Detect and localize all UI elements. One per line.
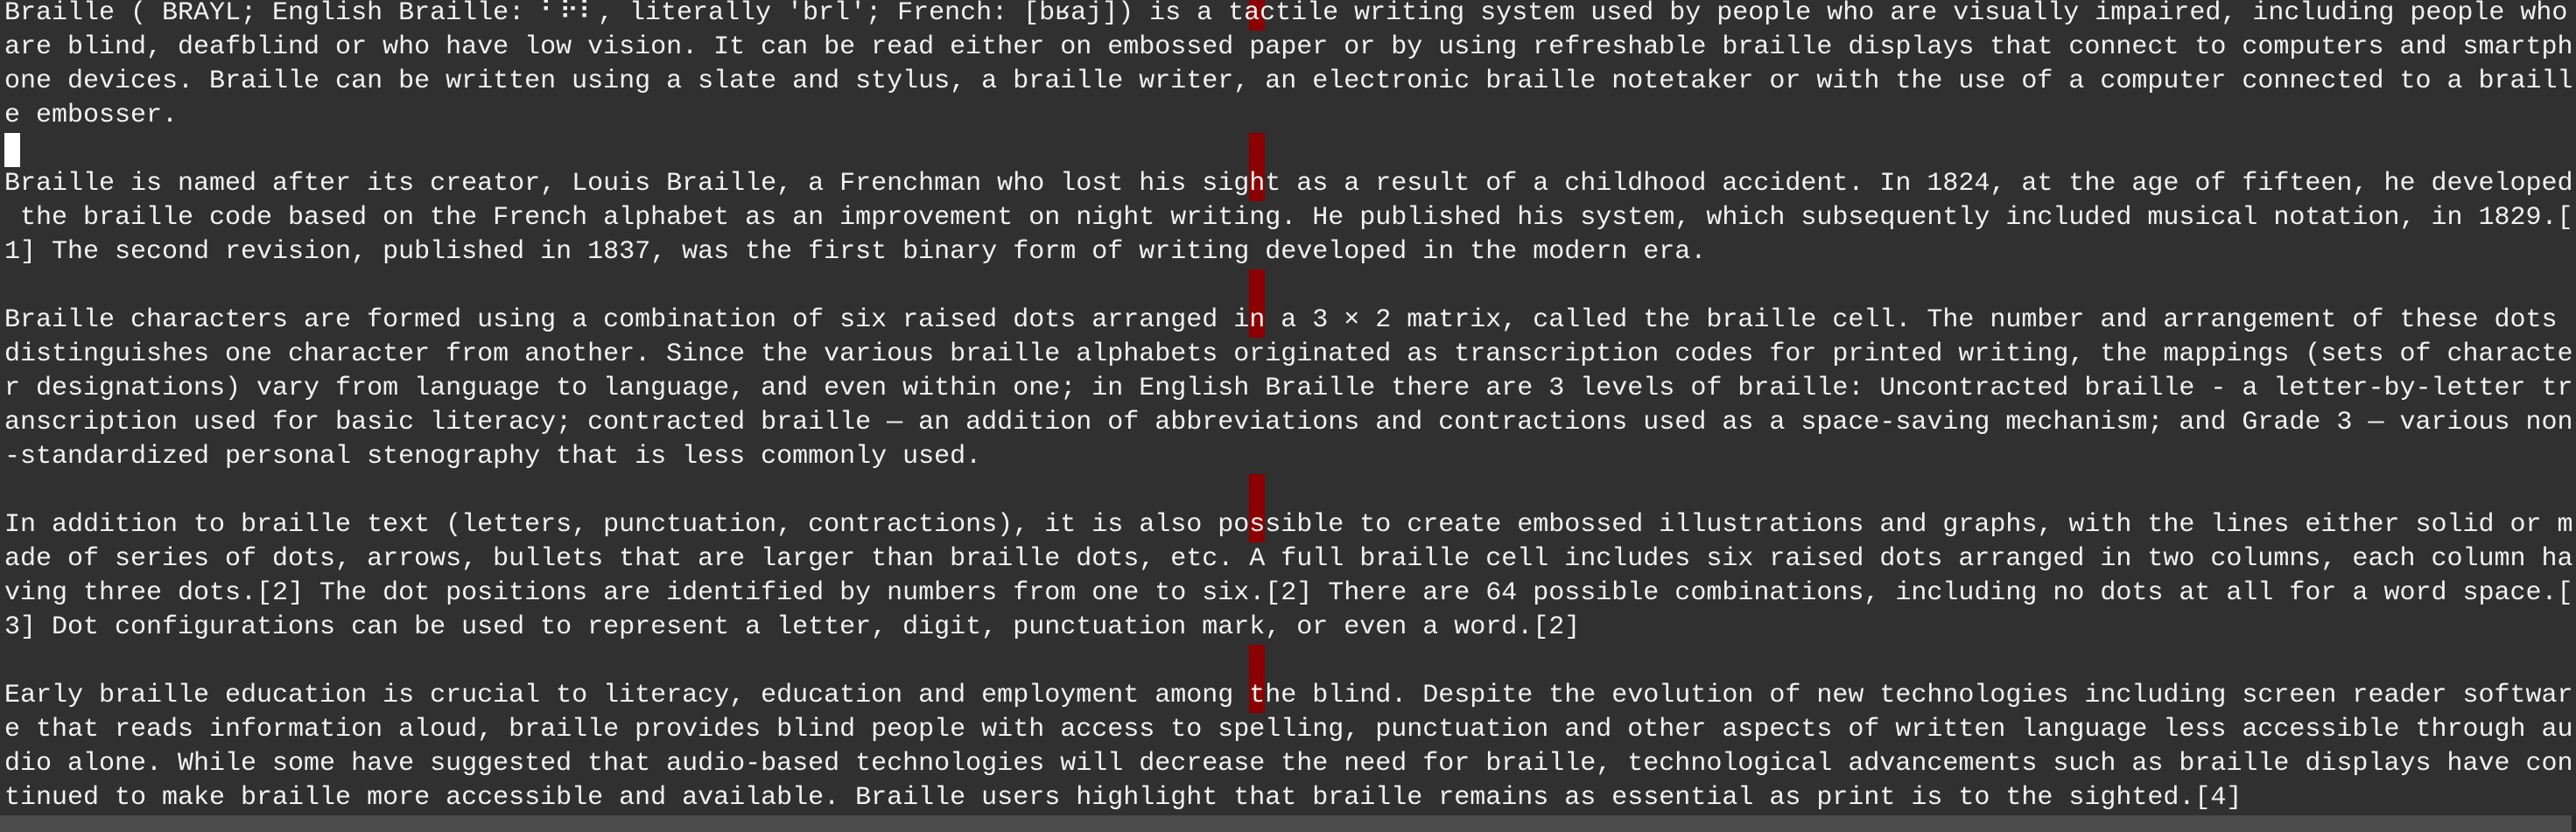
text-line[interactable]: are blind, deafblind or who have low vis… [4, 31, 2572, 65]
text-line[interactable]: 1] The second revision, published in 183… [4, 235, 1706, 269]
text-cursor [4, 133, 20, 167]
text-editor[interactable]: Braille ( BRAYL; English Braille: ⠃⠗⠇, l… [0, 0, 2576, 815]
column-limit-marker [1249, 645, 1265, 679]
text-line[interactable]: dio alone. While some have suggested tha… [4, 747, 2572, 781]
text-line[interactable]: Braille is named after its creator, Loui… [4, 167, 2572, 201]
text-line[interactable]: ade of series of dots, arrows, bullets t… [4, 542, 2572, 577]
text-line[interactable]: the braille code based on the French alp… [4, 201, 2572, 235]
text-line[interactable]: Braille ( BRAYL; English Braille: ⠃⠗⠇, l… [4, 0, 2567, 31]
text-line[interactable]: ving three dots.[2] The dot positions ar… [4, 577, 2572, 611]
text-line[interactable]: e that reads information aloud, braille … [4, 713, 2572, 747]
text-line[interactable]: -standardized personal stenography that … [4, 440, 981, 474]
text-line[interactable]: Braille characters are formed using a co… [4, 304, 2572, 338]
text-line[interactable]: r designations) vary from language to la… [4, 372, 2572, 406]
text-line[interactable]: e embosser. [4, 99, 178, 133]
text-line[interactable]: tinued to make braille more accessible a… [4, 781, 2242, 815]
text-line[interactable]: In addition to braille text (letters, pu… [4, 508, 2572, 542]
text-line[interactable]: one devices. Braille can be written usin… [4, 65, 2572, 99]
column-limit-marker [1249, 474, 1265, 508]
text-line[interactable]: anscription used for basic literacy; con… [4, 406, 2572, 440]
text-line[interactable]: 3] Dot configurations can be used to rep… [4, 611, 1580, 645]
column-limit-marker [1249, 269, 1265, 304]
text-line[interactable]: Early braille education is crucial to li… [4, 679, 2572, 713]
text-line[interactable]: distinguishes one character from another… [4, 338, 2572, 372]
column-limit-marker [1249, 133, 1265, 167]
status-bar [0, 815, 2576, 832]
